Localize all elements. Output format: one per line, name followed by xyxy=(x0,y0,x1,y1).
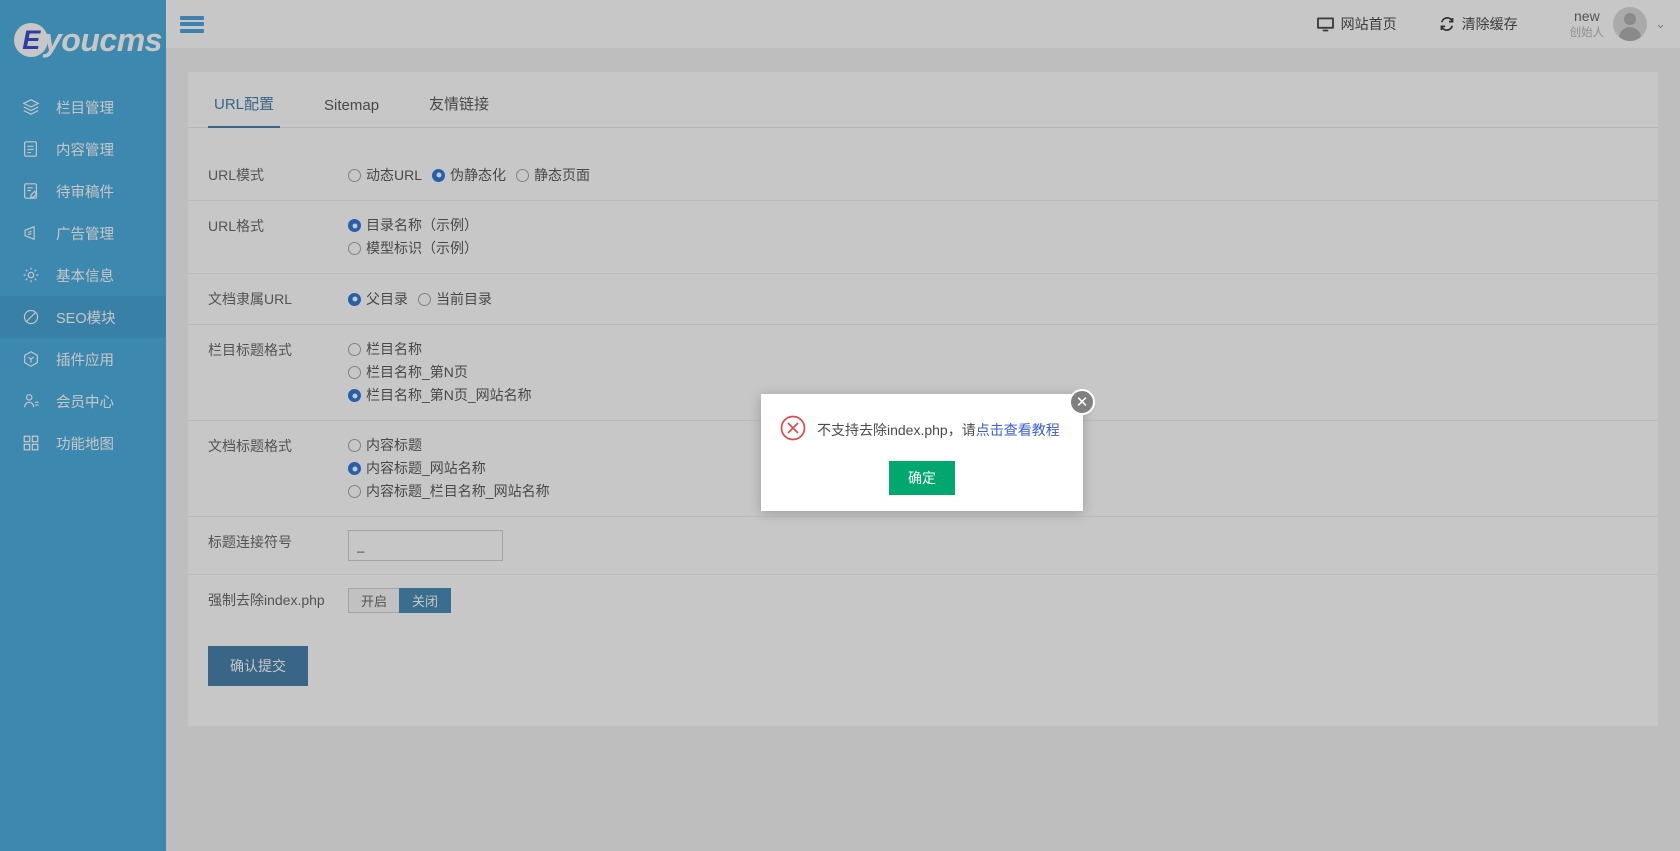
dialog-body: 不支持去除index.php，请点击查看教程 xyxy=(761,394,1083,447)
confirm-button[interactable]: 确定 xyxy=(889,461,955,495)
dialog-message-prefix: 不支持去除index.php，请 xyxy=(817,421,976,438)
close-icon[interactable]: ✕ xyxy=(1069,389,1095,415)
dialog-message: 不支持去除index.php，请点击查看教程 xyxy=(817,421,1060,441)
error-dialog: 不支持去除index.php，请点击查看教程 确定 xyxy=(761,394,1083,511)
dialog-message-link[interactable]: 点击查看教程 xyxy=(976,422,1060,438)
error-circle-x-icon xyxy=(779,414,807,447)
app-root: E youcms 栏目管理 内容管理 待审稿件 广告管理 基本信息 SEO模块 … xyxy=(0,0,1680,851)
dialog-footer: 确定 xyxy=(761,461,1083,495)
